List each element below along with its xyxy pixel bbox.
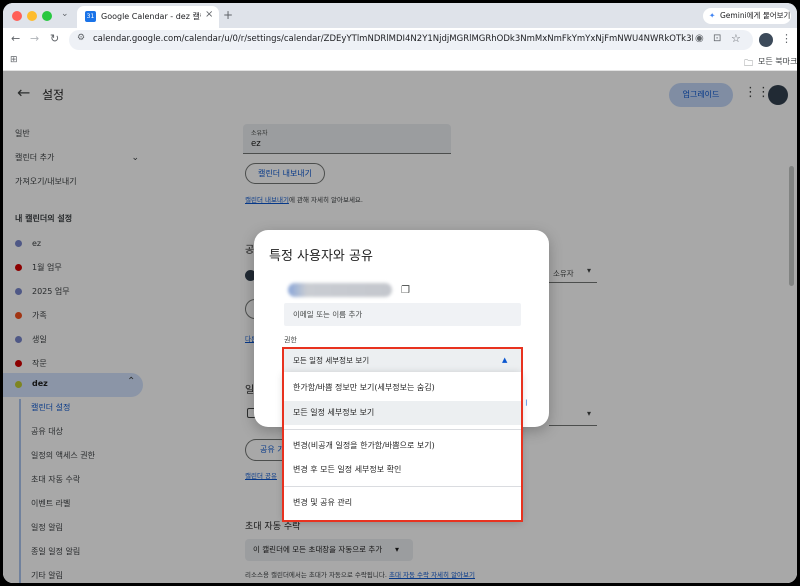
tab-title: Google Calendar - dez 캘린더 — [101, 12, 201, 21]
divider — [284, 429, 521, 430]
back-icon[interactable]: ← — [11, 33, 20, 44]
tab-calendar[interactable]: 31 Google Calendar - dez 캘린더 × — [77, 6, 219, 28]
bookmark-star-icon[interactable]: ☆ — [731, 33, 741, 44]
bookmarks-bar: ⊞ 🗀 모든 북마크 — [3, 52, 797, 71]
permission-option-selected[interactable]: 모든 일정 세부정보 보기 — [284, 401, 521, 425]
permission-option[interactable]: 변경(비공개 일정을 한가함/바쁨으로 보기) — [284, 434, 521, 458]
permission-dropdown-list: 한가함/바쁨 정보만 보기(세부정보는 숨김) 모든 일정 세부정보 보기 변경… — [284, 372, 521, 520]
lens-icon[interactable]: ⊡ — [713, 34, 721, 44]
maximize-window-button[interactable] — [42, 11, 52, 21]
gemini-label: Gemini에게 물어보기 — [720, 11, 791, 20]
url-text: calendar.google.com/calendar/u/0/r/setti… — [93, 34, 693, 44]
site-settings-icon[interactable]: ⚙ — [77, 34, 85, 43]
shared-user-email-blurred — [288, 283, 392, 297]
tab-search-icon[interactable]: ⌄ — [61, 10, 69, 19]
dialog-send-link[interactable]: ㅣ — [523, 398, 529, 408]
browser-window: ⌄ 31 Google Calendar - dez 캘린더 × + ✦ Gem… — [3, 3, 797, 583]
reload-icon[interactable]: ↻ — [50, 33, 59, 44]
permission-select[interactable]: 모든 일정 세부정보 보기 ▲ — [284, 349, 521, 372]
address-bar[interactable]: ⚙ calendar.google.com/calendar/u/0/r/set… — [69, 30, 753, 50]
browser-toolbar: ← → ↻ ⚙ calendar.google.com/calendar/u/0… — [3, 28, 797, 52]
permission-label: 권한 — [284, 336, 297, 344]
dropdown-arrow-up-icon: ▲ — [502, 356, 508, 364]
calendar-favicon-icon: 31 — [85, 11, 96, 22]
gemini-button[interactable]: ✦ Gemini에게 물어보기 — [703, 8, 791, 24]
menu-icon[interactable]: ⋮ — [781, 33, 792, 44]
select-value: 모든 일정 세부정보 보기 — [293, 356, 370, 365]
email-input[interactable]: 이메일 또는 이름 추가 — [284, 303, 521, 326]
all-bookmarks-link[interactable]: 모든 북마크 — [758, 56, 797, 67]
close-window-button[interactable] — [12, 11, 22, 21]
permission-option[interactable]: 한가함/바쁨 정보만 보기(세부정보는 숨김) — [284, 376, 521, 400]
profile-avatar[interactable] — [759, 33, 773, 47]
dialog-title: 특정 사용자와 공유 — [269, 249, 373, 264]
gemini-icon: ✦ — [709, 11, 716, 20]
close-tab-icon[interactable]: × — [205, 9, 213, 20]
eye-icon[interactable]: ◉ — [695, 34, 704, 44]
apps-icon[interactable]: ⊞ — [10, 56, 18, 65]
divider — [284, 486, 521, 487]
copy-icon[interactable]: ❐ — [401, 285, 410, 296]
permission-option[interactable]: 변경 및 공유 관리 — [284, 491, 521, 515]
permission-option[interactable]: 변경 후 모든 일정 세부정보 확인 — [284, 458, 521, 482]
forward-icon[interactable]: → — [30, 33, 39, 44]
folder-icon: 🗀 — [744, 59, 754, 69]
new-tab-icon[interactable]: + — [223, 9, 233, 21]
minimize-window-button[interactable] — [27, 11, 37, 21]
tab-bar: ⌄ 31 Google Calendar - dez 캘린더 × + ✦ Gem… — [3, 3, 797, 28]
